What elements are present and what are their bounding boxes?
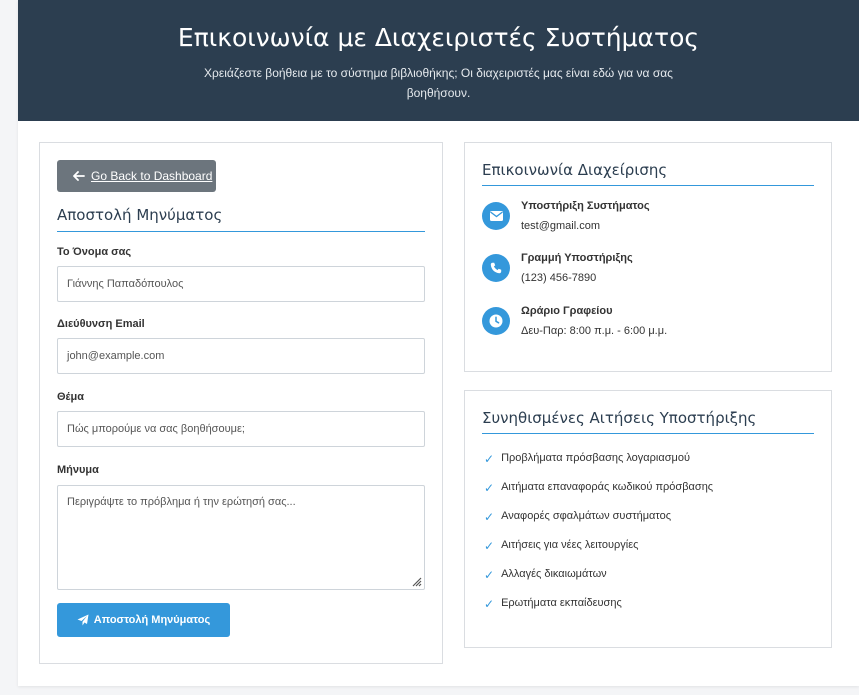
list-item: ✓ Ερωτήματα εκπαίδευσης bbox=[484, 597, 622, 611]
list-item: ✓ Αναφορές σφαλμάτων συστήματος bbox=[484, 510, 672, 524]
form-title-divider bbox=[57, 231, 425, 232]
list-item: ✓ Αιτήματα επαναφοράς κωδικού πρόσβασης bbox=[484, 481, 714, 495]
check-icon: ✓ bbox=[484, 481, 495, 495]
page-title: Επικοινωνία με Διαχειριστές Συστήματος bbox=[177, 23, 700, 52]
subject-label: Θέμα bbox=[57, 391, 85, 403]
email-input[interactable]: john@example.com bbox=[57, 338, 425, 374]
requests-title: Συνηθισμένες Αιτήσεις Υποστήριξης bbox=[482, 409, 757, 427]
message-label: Μήνυμα bbox=[57, 464, 99, 476]
paper-plane-icon bbox=[77, 614, 89, 626]
admin-contact-card: Επικοινωνία Διαχείρισης Υποστήριξη Συστή… bbox=[464, 142, 832, 372]
contact-phone-number: (123) 456-7890 bbox=[521, 272, 597, 284]
check-icon: ✓ bbox=[484, 597, 495, 611]
page-container: Επικοινωνία με Διαχειριστές Συστήματος Χ… bbox=[18, 0, 859, 686]
name-placeholder: Γιάννης Παπαδόπουλος bbox=[67, 278, 184, 290]
common-requests-card: Συνηθισμένες Αιτήσεις Υποστήριξης ✓ Προβλ… bbox=[464, 390, 832, 648]
email-placeholder: john@example.com bbox=[67, 350, 165, 362]
contact-title: Επικοινωνία Διαχείρισης bbox=[482, 161, 668, 179]
check-icon: ✓ bbox=[484, 510, 495, 524]
page-subtitle: Χρειάζεστε βοήθεια με το σύστημα βιβλιοθ… bbox=[204, 66, 673, 100]
contact-support-title: Υποστήριξη Συστήματος bbox=[521, 200, 650, 212]
requests-list: ✓ Προβλήματα πρόσβασης λογαριασμού ✓ Αιτήμ… bbox=[484, 452, 713, 626]
arrow-left-icon bbox=[73, 169, 85, 184]
contact-hours-value: Δευ-Παρ: 8:00 π.μ. - 6:00 μ.μ. bbox=[521, 325, 668, 337]
page-header: Επικοινωνία με Διαχειριστές Συστήματος Χ… bbox=[18, 0, 859, 121]
list-item: ✓ Αιτήσεις για νέες λειτουργίες bbox=[484, 539, 639, 553]
list-item: ✓ Αλλαγές δικαιωμάτων bbox=[484, 568, 607, 582]
resize-grip-icon[interactable] bbox=[410, 575, 422, 587]
list-item: ✓ Προβλήματα πρόσβασης λογαριασμού bbox=[484, 452, 690, 466]
check-icon: ✓ bbox=[484, 539, 495, 553]
clock-icon bbox=[482, 307, 510, 335]
subject-input[interactable]: Πώς μπορούμε να σας βοηθήσουμε; bbox=[57, 411, 425, 447]
check-icon: ✓ bbox=[484, 568, 495, 582]
check-icon: ✓ bbox=[484, 452, 495, 466]
requests-title-divider bbox=[482, 433, 814, 434]
contact-phone-title: Γραμμή Υποστήριξης bbox=[521, 252, 633, 264]
send-message-button[interactable]: Αποστολή Μηνύματος bbox=[57, 603, 230, 637]
contact-support-email: test@gmail.com bbox=[521, 220, 601, 232]
name-input[interactable]: Γιάννης Παπαδόπουλος bbox=[57, 266, 425, 302]
name-label: Το Όνομα σας bbox=[57, 246, 132, 258]
form-title: Αποστολή Μηνύματος bbox=[57, 206, 223, 224]
contact-hours-title: Ωράριο Γραφείου bbox=[521, 305, 613, 317]
subject-placeholder: Πώς μπορούμε να σας βοηθήσουμε; bbox=[67, 423, 245, 435]
back-to-dashboard-button[interactable]: Go Back to Dashboard bbox=[57, 160, 216, 192]
contact-form-card: Go Back to Dashboard Αποστολή Μηνύματος … bbox=[39, 142, 443, 664]
back-button-label: Go Back to Dashboard bbox=[91, 169, 213, 183]
contact-title-divider bbox=[482, 185, 814, 186]
message-placeholder: Περιγράψτε το πρόβλημα ή την ερώτησή σας… bbox=[67, 496, 296, 508]
phone-icon bbox=[482, 254, 510, 282]
envelope-icon bbox=[482, 202, 510, 230]
message-textarea[interactable]: Περιγράψτε το πρόβλημα ή την ερώτησή σας… bbox=[57, 485, 425, 590]
email-label: Διεύθυνση Email bbox=[57, 318, 145, 330]
send-button-label: Αποστολή Μηνύματος bbox=[93, 614, 211, 626]
